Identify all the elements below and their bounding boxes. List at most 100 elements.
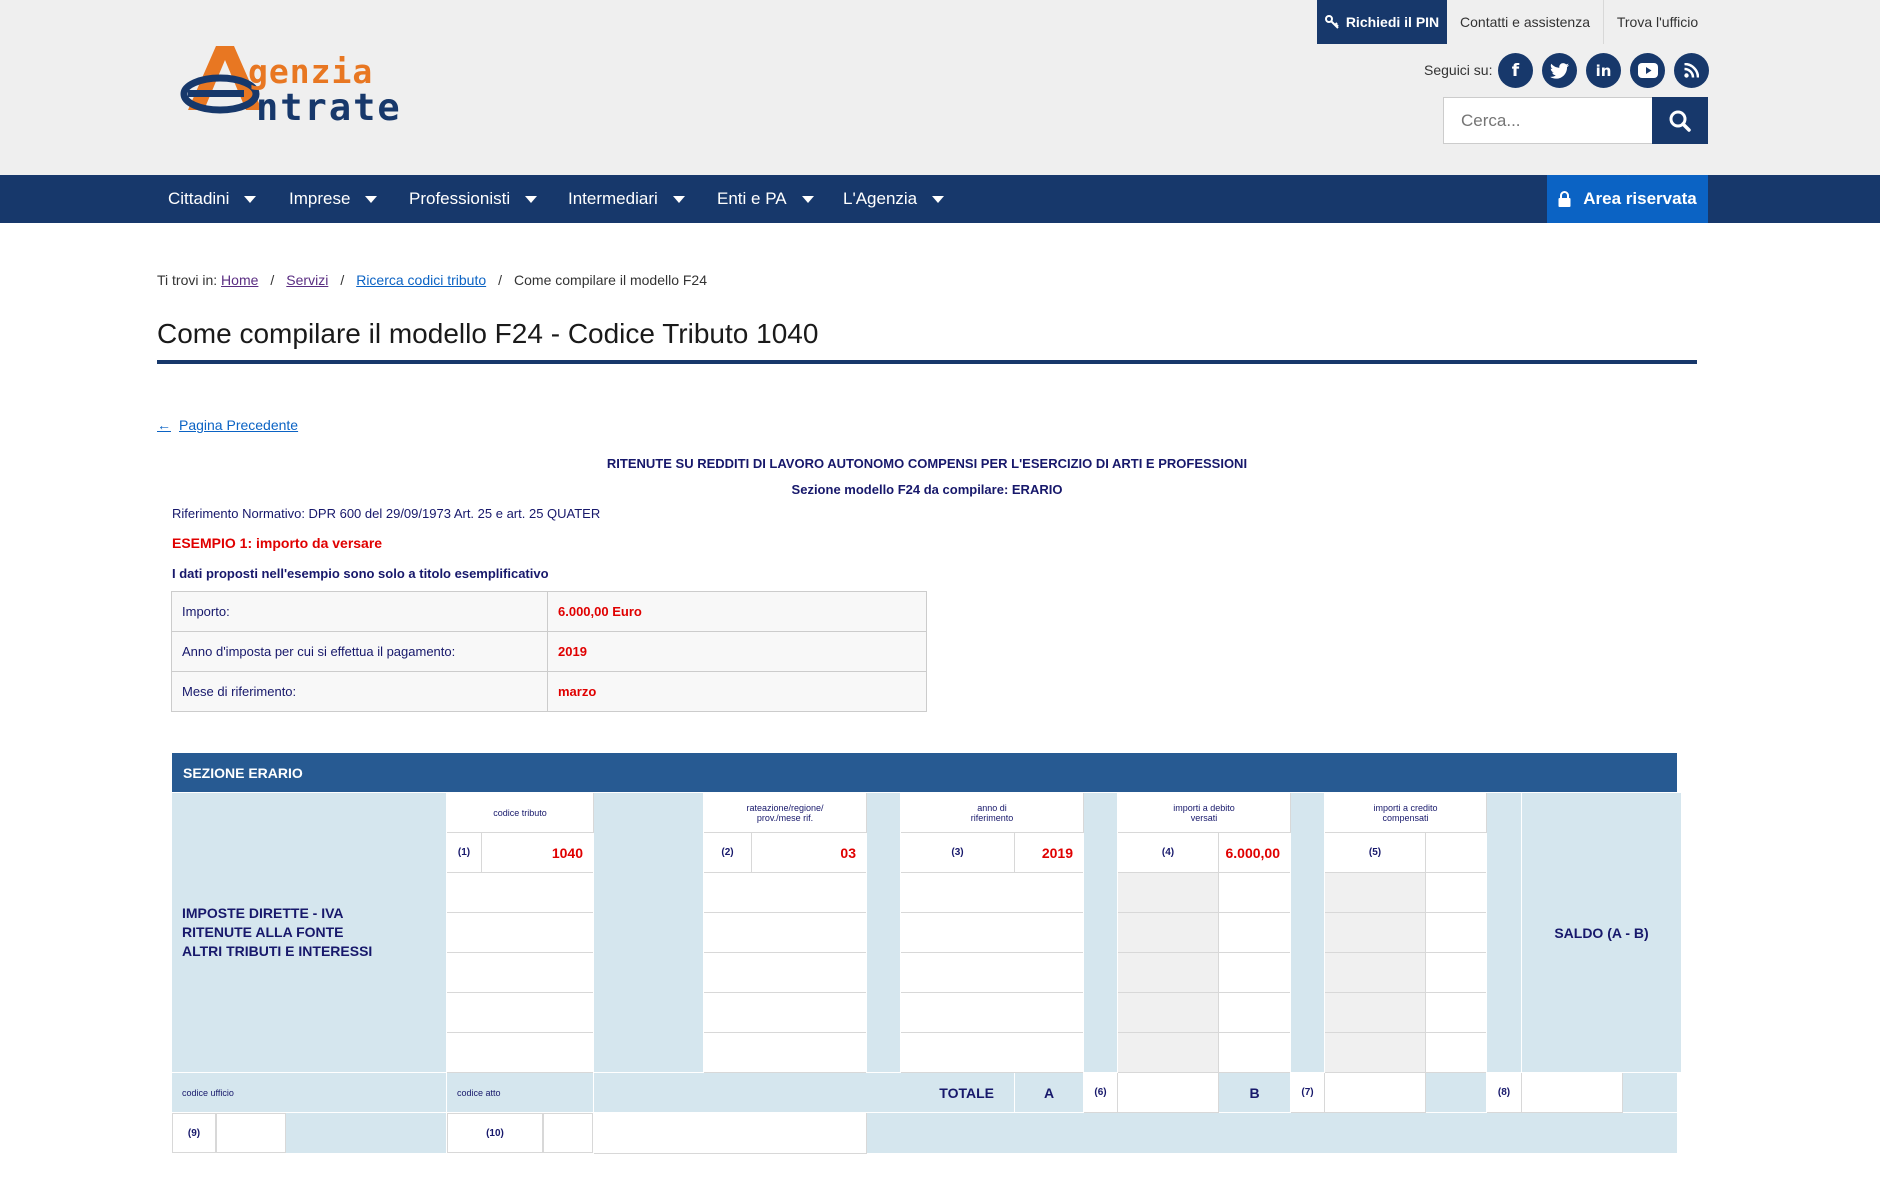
breadcrumb-home[interactable]: Home: [221, 272, 258, 288]
breadcrumb: Ti trovi in: Home / Servizi / Ricerca codici…: [157, 272, 707, 288]
empty-number-cell: [1324, 912, 1426, 953]
codice-atto-group: (10): [447, 1113, 593, 1153]
spacer-cell: [593, 792, 704, 1073]
search-input[interactable]: [1443, 97, 1653, 144]
caret-down-icon: [244, 195, 257, 203]
field-number: (2): [703, 832, 752, 873]
nav-label: Cittadini: [168, 189, 230, 208]
empty-field[interactable]: [1425, 912, 1487, 953]
header-line: importi a debito: [1173, 802, 1235, 813]
f24-row-label: IMPOSTE DIRETTE - IVA RITENUTE ALLA FONTE…: [171, 792, 447, 1073]
table-row: Mese di riferimento: marzo: [171, 671, 927, 712]
title-divider: [157, 360, 1697, 364]
f24-section-title: SEZIONE ERARIO: [170, 752, 1679, 793]
empty-number-cell: [1117, 1032, 1219, 1073]
breadcrumb-ricerca-codici[interactable]: Ricerca codici tributo: [356, 272, 486, 288]
request-pin-button[interactable]: Richiedi il PIN: [1317, 0, 1447, 44]
empty-field[interactable]: [446, 872, 594, 913]
spacer-cell: [1425, 1072, 1487, 1113]
field-number: (10): [447, 1113, 543, 1153]
empty-field[interactable]: [1425, 1032, 1487, 1073]
back-link[interactable]: ← Pagina Precedente: [157, 417, 298, 433]
request-pin-label: Richiedi il PIN: [1345, 14, 1440, 30]
row-label-line: IMPOSTE DIRETTE - IVA: [182, 905, 344, 921]
codice-ufficio-field[interactable]: [216, 1113, 286, 1153]
empty-number-cell: [1117, 952, 1219, 993]
normative-reference: Riferimento Normativo: DPR 600 del 29/09…: [172, 506, 601, 521]
empty-field[interactable]: [446, 1032, 594, 1073]
nav-label: L'Agenzia: [843, 189, 918, 208]
col-header-anno: anno di riferimento: [900, 792, 1084, 833]
empty-field[interactable]: [900, 1032, 1084, 1073]
breadcrumb-separator: /: [340, 272, 345, 288]
facebook-icon[interactable]: f: [1498, 53, 1533, 88]
empty-field[interactable]: [703, 992, 867, 1033]
nav-item-enti-pa[interactable]: Enti e PA: [717, 175, 814, 223]
field-number: (9): [172, 1113, 216, 1153]
empty-field[interactable]: [1218, 992, 1291, 1033]
page-title: Come compilare il modello F24 - Codice T…: [157, 318, 819, 349]
codice-atto-field[interactable]: [543, 1113, 593, 1153]
empty-field[interactable]: [1218, 1032, 1291, 1073]
empty-field[interactable]: [1218, 872, 1291, 913]
arrow-left-icon: ←: [157, 417, 171, 433]
nav-item-professionisti[interactable]: Professionisti: [409, 175, 538, 223]
codice-tributo-field[interactable]: 1040: [481, 832, 594, 873]
empty-field[interactable]: [446, 952, 594, 993]
table-row: Importo: 6.000,00 Euro: [171, 591, 927, 632]
empty-field[interactable]: [1425, 872, 1487, 913]
importo-debito-field[interactable]: 6.000,00: [1218, 832, 1291, 873]
empty-field[interactable]: [703, 1032, 867, 1073]
empty-field[interactable]: [446, 912, 594, 953]
importo-credito-field[interactable]: [1425, 832, 1487, 873]
field-number: (6): [1083, 1072, 1118, 1113]
twitter-icon[interactable]: [1542, 53, 1577, 88]
row-label-line: ALTRI TRIBUTI E INTERESSI: [182, 943, 373, 959]
empty-field[interactable]: [900, 912, 1084, 953]
empty-field[interactable]: [900, 992, 1084, 1033]
contact-link[interactable]: Contatti e assistenza: [1447, 0, 1603, 44]
spacer-cell: [1290, 792, 1325, 1073]
empty-number-cell: [1324, 1032, 1426, 1073]
header-line: prov./mese rif.: [756, 812, 814, 823]
empty-field[interactable]: [703, 872, 867, 913]
codice-ufficio-group: (9): [172, 1113, 446, 1153]
example-data-table: Importo: 6.000,00 Euro Anno d'imposta per…: [171, 591, 927, 712]
find-office-link[interactable]: Trova l'ufficio: [1603, 0, 1711, 44]
empty-field[interactable]: [1425, 992, 1487, 1033]
example-note: I dati proposti nell'esempio sono solo a…: [172, 566, 549, 581]
codice-atto-field-extension[interactable]: [593, 1112, 867, 1154]
saldo-field[interactable]: [1521, 1072, 1623, 1113]
anno-field[interactable]: 2019: [1014, 832, 1084, 873]
search-button[interactable]: [1652, 97, 1708, 144]
col-header-credito: importi a credito compensati: [1324, 792, 1487, 833]
empty-field[interactable]: [703, 912, 867, 953]
breadcrumb-servizi[interactable]: Servizi: [286, 272, 328, 288]
caret-down-icon: [365, 195, 378, 203]
empty-field[interactable]: [1218, 952, 1291, 993]
empty-field[interactable]: [703, 952, 867, 993]
info-label: Anno d'imposta per cui si effettua il pa…: [171, 631, 548, 672]
spacer-cell: [1621, 1072, 1679, 1113]
total-b-field[interactable]: [1324, 1072, 1426, 1113]
nav-item-agenzia[interactable]: L'Agenzia: [843, 175, 945, 223]
agenzia-entrate-logo[interactable]: genzia ntrate: [168, 42, 428, 132]
empty-field[interactable]: [446, 992, 594, 1033]
empty-field[interactable]: [1218, 912, 1291, 953]
empty-number-cell: [1117, 912, 1219, 953]
empty-field[interactable]: [900, 872, 1084, 913]
nav-item-imprese[interactable]: Imprese: [289, 175, 378, 223]
linkedin-icon[interactable]: in: [1586, 53, 1621, 88]
header-line: importi a credito: [1373, 802, 1438, 813]
col-header-rateazione: rateazione/regione/prov./mese rif.: [703, 792, 867, 833]
total-a-field[interactable]: [1117, 1072, 1219, 1113]
rss-icon[interactable]: [1674, 53, 1709, 88]
nav-item-cittadini[interactable]: Cittadini: [168, 175, 257, 223]
empty-field[interactable]: [1425, 952, 1487, 993]
rateazione-field[interactable]: 03: [751, 832, 867, 873]
youtube-icon[interactable]: [1630, 53, 1665, 88]
nav-item-intermediari[interactable]: Intermediari: [568, 175, 685, 223]
reserved-area-button[interactable]: Area riservata: [1547, 175, 1708, 223]
logo-text-line2: ntrate: [256, 86, 402, 129]
empty-field[interactable]: [900, 952, 1084, 993]
